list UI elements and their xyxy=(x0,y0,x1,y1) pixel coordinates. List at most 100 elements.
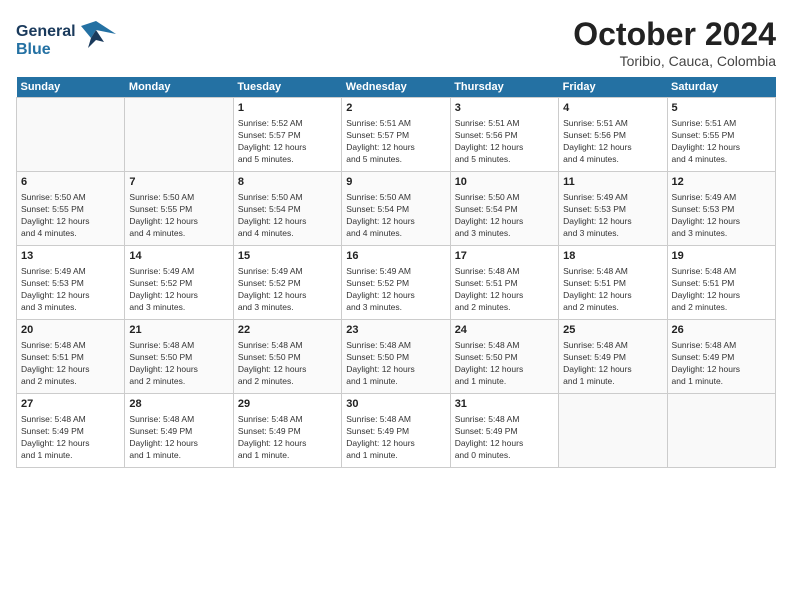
svg-text:Blue: Blue xyxy=(16,41,51,58)
day-number: 11 xyxy=(563,175,662,190)
day-info: Sunrise: 5:48 AM Sunset: 5:49 PM Dayligh… xyxy=(346,414,445,462)
calendar-cell: 16 Sunrise: 5:49 AM Sunset: 5:52 PM Dayli… xyxy=(342,246,450,320)
day-number: 30 xyxy=(346,397,445,412)
calendar-cell: 12Sunrise: 5:49 AM Sunset: 5:53 PM Dayli… xyxy=(667,172,775,246)
col-friday: Friday xyxy=(559,77,667,98)
day-number: 31 xyxy=(455,397,554,412)
day-info: Sunrise: 5:52 AM Sunset: 5:57 PM Dayligh… xyxy=(238,118,337,166)
day-number: 1 xyxy=(238,101,337,116)
day-number: 8 xyxy=(238,175,337,190)
calendar-cell: 18 Sunrise: 5:48 AM Sunset: 5:51 PM Dayli… xyxy=(559,246,667,320)
day-number: 7 xyxy=(129,175,228,190)
calendar-week-row: 6 Sunrise: 5:50 AM Sunset: 5:55 PM Daylig… xyxy=(17,172,776,246)
day-info: Sunrise: 5:50 AM Sunset: 5:55 PM Dayligh… xyxy=(129,192,228,240)
day-info: Sunrise: 5:51 AM Sunset: 5:55 PM Dayligh… xyxy=(672,118,771,166)
calendar-cell: 29Sunrise: 5:48 AM Sunset: 5:49 PM Dayli… xyxy=(233,394,341,468)
calendar-cell: 21 Sunrise: 5:48 AM Sunset: 5:50 PM Dayli… xyxy=(125,320,233,394)
day-number: 18 xyxy=(563,249,662,264)
day-number: 5 xyxy=(672,101,771,116)
day-number: 10 xyxy=(455,175,554,190)
day-info: Sunrise: 5:48 AM Sunset: 5:49 PM Dayligh… xyxy=(563,340,662,388)
day-number: 23 xyxy=(346,323,445,338)
day-info: Sunrise: 5:48 AM Sunset: 5:49 PM Dayligh… xyxy=(129,414,228,462)
day-info: Sunrise: 5:48 AM Sunset: 5:51 PM Dayligh… xyxy=(563,266,662,314)
day-number: 12 xyxy=(672,175,771,190)
day-number: 19 xyxy=(672,249,771,264)
day-number: 16 xyxy=(346,249,445,264)
calendar-cell: 13Sunrise: 5:49 AM Sunset: 5:53 PM Dayli… xyxy=(17,246,125,320)
day-info: Sunrise: 5:51 AM Sunset: 5:56 PM Dayligh… xyxy=(563,118,662,166)
col-sunday: Sunday xyxy=(17,77,125,98)
logo: General Blue xyxy=(16,16,116,66)
calendar-cell: 20 Sunrise: 5:48 AM Sunset: 5:51 PM Dayli… xyxy=(17,320,125,394)
day-info: Sunrise: 5:50 AM Sunset: 5:55 PM Dayligh… xyxy=(21,192,120,240)
calendar-cell xyxy=(17,98,125,172)
day-info: Sunrise: 5:50 AM Sunset: 5:54 PM Dayligh… xyxy=(455,192,554,240)
calendar-cell: 6 Sunrise: 5:50 AM Sunset: 5:55 PM Daylig… xyxy=(17,172,125,246)
calendar-cell: 28 Sunrise: 5:48 AM Sunset: 5:49 PM Dayli… xyxy=(125,394,233,468)
day-info: Sunrise: 5:48 AM Sunset: 5:51 PM Dayligh… xyxy=(21,340,120,388)
col-wednesday: Wednesday xyxy=(342,77,450,98)
day-number: 20 xyxy=(21,323,120,338)
day-number: 15 xyxy=(238,249,337,264)
day-number: 2 xyxy=(346,101,445,116)
day-number: 22 xyxy=(238,323,337,338)
day-number: 29 xyxy=(238,397,337,412)
calendar-cell: 2 Sunrise: 5:51 AM Sunset: 5:57 PM Daylig… xyxy=(342,98,450,172)
col-saturday: Saturday xyxy=(667,77,775,98)
calendar-cell: 5 Sunrise: 5:51 AM Sunset: 5:55 PM Daylig… xyxy=(667,98,775,172)
day-info: Sunrise: 5:48 AM Sunset: 5:49 PM Dayligh… xyxy=(21,414,120,462)
calendar-header-row: Sunday Monday Tuesday Wednesday Thursday… xyxy=(17,77,776,98)
calendar-cell xyxy=(667,394,775,468)
calendar-cell: 22 Sunrise: 5:48 AM Sunset: 5:50 PM Dayli… xyxy=(233,320,341,394)
day-number: 25 xyxy=(563,323,662,338)
day-info: Sunrise: 5:48 AM Sunset: 5:50 PM Dayligh… xyxy=(346,340,445,388)
day-info: Sunrise: 5:51 AM Sunset: 5:57 PM Dayligh… xyxy=(346,118,445,166)
day-number: 27 xyxy=(21,397,120,412)
day-info: Sunrise: 5:48 AM Sunset: 5:50 PM Dayligh… xyxy=(238,340,337,388)
svg-text:General: General xyxy=(16,23,76,40)
month-title: October 2024 xyxy=(573,16,776,53)
day-info: Sunrise: 5:49 AM Sunset: 5:53 PM Dayligh… xyxy=(21,266,120,314)
calendar-cell: 15Sunrise: 5:49 AM Sunset: 5:52 PM Dayli… xyxy=(233,246,341,320)
day-number: 14 xyxy=(129,249,228,264)
day-number: 6 xyxy=(21,175,120,190)
calendar-cell: 17 Sunrise: 5:48 AM Sunset: 5:51 PM Dayli… xyxy=(450,246,558,320)
calendar-week-row: 1 Sunrise: 5:52 AM Sunset: 5:57 PM Daylig… xyxy=(17,98,776,172)
page-container: General Blue October 2024 Toribio, Cauca… xyxy=(0,0,792,612)
calendar-cell: 31 Sunrise: 5:48 AM Sunset: 5:49 PM Dayli… xyxy=(450,394,558,468)
calendar-cell: 8 Sunrise: 5:50 AM Sunset: 5:54 PM Daylig… xyxy=(233,172,341,246)
day-info: Sunrise: 5:48 AM Sunset: 5:51 PM Dayligh… xyxy=(672,266,771,314)
calendar-cell: 1 Sunrise: 5:52 AM Sunset: 5:57 PM Daylig… xyxy=(233,98,341,172)
day-info: Sunrise: 5:51 AM Sunset: 5:56 PM Dayligh… xyxy=(455,118,554,166)
calendar-cell: 25 Sunrise: 5:48 AM Sunset: 5:49 PM Dayli… xyxy=(559,320,667,394)
day-info: Sunrise: 5:48 AM Sunset: 5:49 PM Dayligh… xyxy=(672,340,771,388)
day-info: Sunrise: 5:50 AM Sunset: 5:54 PM Dayligh… xyxy=(346,192,445,240)
col-monday: Monday xyxy=(125,77,233,98)
day-info: Sunrise: 5:48 AM Sunset: 5:51 PM Dayligh… xyxy=(455,266,554,314)
calendar-cell: 23 Sunrise: 5:48 AM Sunset: 5:50 PM Dayli… xyxy=(342,320,450,394)
calendar-cell: 3 Sunrise: 5:51 AM Sunset: 5:56 PM Daylig… xyxy=(450,98,558,172)
calendar-cell: 30 Sunrise: 5:48 AM Sunset: 5:49 PM Dayli… xyxy=(342,394,450,468)
day-number: 17 xyxy=(455,249,554,264)
calendar-cell: 27 Sunrise: 5:48 AM Sunset: 5:49 PM Dayli… xyxy=(17,394,125,468)
calendar-cell: 4 Sunrise: 5:51 AM Sunset: 5:56 PM Daylig… xyxy=(559,98,667,172)
calendar-week-row: 20 Sunrise: 5:48 AM Sunset: 5:51 PM Dayli… xyxy=(17,320,776,394)
calendar-cell: 14 Sunrise: 5:49 AM Sunset: 5:52 PM Dayli… xyxy=(125,246,233,320)
day-info: Sunrise: 5:50 AM Sunset: 5:54 PM Dayligh… xyxy=(238,192,337,240)
calendar-cell: 9Sunrise: 5:50 AM Sunset: 5:54 PM Daylig… xyxy=(342,172,450,246)
calendar-cell: 19 Sunrise: 5:48 AM Sunset: 5:51 PM Dayli… xyxy=(667,246,775,320)
day-number: 4 xyxy=(563,101,662,116)
day-number: 28 xyxy=(129,397,228,412)
day-info: Sunrise: 5:48 AM Sunset: 5:50 PM Dayligh… xyxy=(455,340,554,388)
day-number: 21 xyxy=(129,323,228,338)
day-info: Sunrise: 5:48 AM Sunset: 5:49 PM Dayligh… xyxy=(455,414,554,462)
day-info: Sunrise: 5:49 AM Sunset: 5:52 PM Dayligh… xyxy=(346,266,445,314)
day-number: 3 xyxy=(455,101,554,116)
calendar-cell: 24Sunrise: 5:48 AM Sunset: 5:50 PM Dayli… xyxy=(450,320,558,394)
title-block: October 2024 Toribio, Cauca, Colombia xyxy=(573,16,776,69)
calendar-table: Sunday Monday Tuesday Wednesday Thursday… xyxy=(16,77,776,468)
day-info: Sunrise: 5:49 AM Sunset: 5:52 PM Dayligh… xyxy=(129,266,228,314)
day-info: Sunrise: 5:48 AM Sunset: 5:50 PM Dayligh… xyxy=(129,340,228,388)
day-info: Sunrise: 5:49 AM Sunset: 5:53 PM Dayligh… xyxy=(563,192,662,240)
